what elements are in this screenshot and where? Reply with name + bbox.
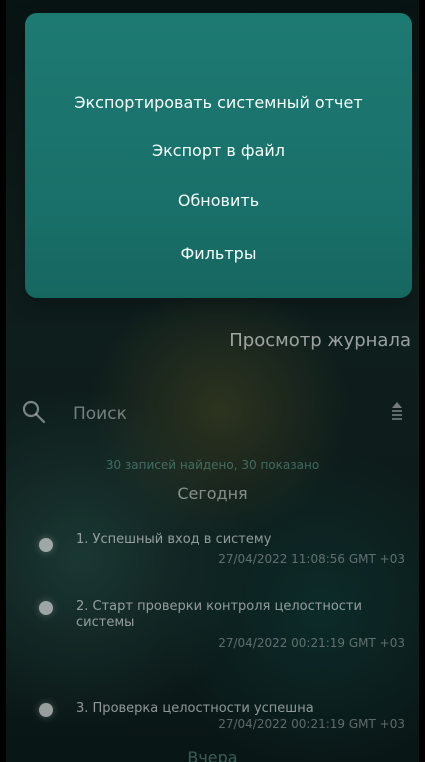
log-status-dot <box>39 601 53 615</box>
page-title: Просмотр журнала <box>229 330 411 351</box>
log-entry[interactable]: 1. Успешный вход в систему 27/04/2022 11… <box>0 532 425 584</box>
section-header-today: Сегодня <box>177 484 248 503</box>
log-entry-title: 2. Старт проверки контроля целостности с… <box>76 599 362 630</box>
log-entry[interactable]: 3. Проверка целостности успешна 27/04/20… <box>0 701 425 743</box>
log-entry-time: 27/04/2022 00:21:19 GMT +03 <box>218 717 405 731</box>
results-summary: 30 записей найдено, 30 показано <box>105 458 320 472</box>
menu-item-refresh[interactable]: Обновить <box>25 191 412 211</box>
log-entry-time: 27/04/2022 00:21:19 GMT +03 <box>218 636 405 650</box>
log-entry-title: 1. Успешный вход в систему <box>76 532 272 547</box>
log-status-dot <box>39 538 53 552</box>
menu-item-export-system-report[interactable]: Экспортировать системный отчет <box>25 93 412 113</box>
right-screen-edge <box>419 0 425 762</box>
sort-icon[interactable] <box>391 401 403 423</box>
menu-item-export-to-file[interactable]: Экспорт в файл <box>25 141 412 161</box>
search-input[interactable]: Поиск <box>73 404 127 424</box>
overflow-menu: Экспортировать системный отчет Экспорт в… <box>25 13 412 298</box>
log-entry-time: 27/04/2022 11:08:56 GMT +03 <box>218 552 405 566</box>
search-row: Поиск <box>21 398 403 430</box>
section-header-yesterday: Вчера <box>187 748 238 762</box>
log-status-dot <box>39 703 53 717</box>
left-screen-edge <box>0 0 6 762</box>
log-entry-title: 3. Проверка целостности успешна <box>76 701 314 716</box>
search-icon[interactable] <box>21 399 47 425</box>
app-screen: Экспортировать системный отчет Экспорт в… <box>0 0 425 762</box>
menu-item-filters[interactable]: Фильтры <box>25 244 412 264</box>
log-entry[interactable]: 2. Старт проверки контроля целостности с… <box>0 599 425 665</box>
